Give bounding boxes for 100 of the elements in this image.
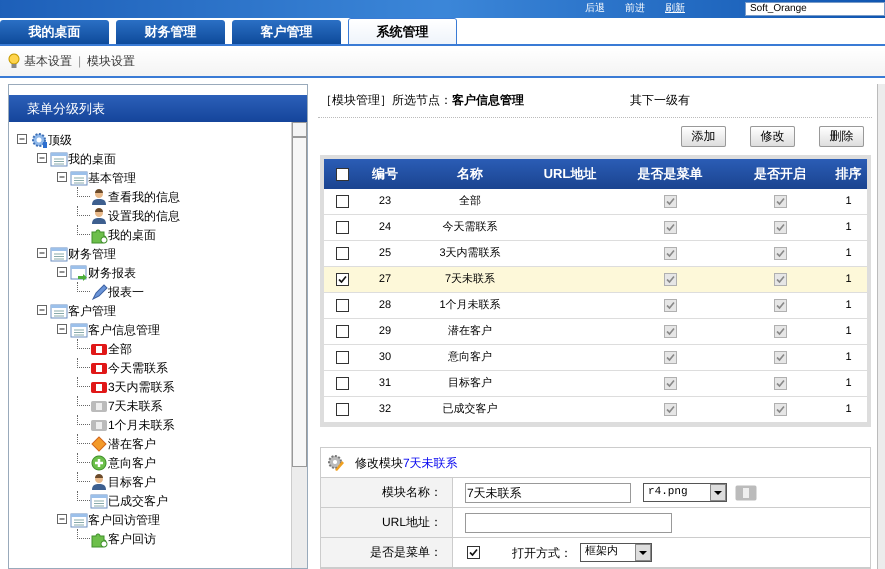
form-label: 是否是菜单： [321,538,453,567]
table-cell-text: 1 [845,376,852,392]
checkbox[interactable] [336,325,348,338]
checkbox[interactable] [336,195,348,208]
breadcrumb-link[interactable]: 基本设置 [24,52,72,70]
list-icon [50,244,68,262]
gear-pencil-icon [327,454,345,472]
table-cell-text: 28 [378,298,392,314]
table-cell-text: 1 [845,350,852,366]
tree-item[interactable]: 设置我的信息 [108,206,180,224]
nav-link[interactable]: 后退 [585,4,605,14]
user-icon [90,188,108,206]
tab[interactable]: 系统管理 [348,18,457,44]
form-title: 修改模块7天未联系 [355,454,458,472]
breadcrumb-link[interactable]: 模块设置 [87,52,136,70]
tree-item[interactable]: 目标客户 [108,472,156,490]
gear-icon [30,130,48,148]
table-cell-text: 1个月未联系 [439,298,501,314]
checkbox[interactable] [336,221,348,234]
collapse-icon[interactable] [57,267,68,278]
checkbox[interactable] [336,351,348,364]
column-header: 是否是菜单 [638,165,702,184]
table-cell-text: 今天需联系 [442,220,498,236]
tree-item[interactable]: 顶级 [48,130,72,148]
table-cell-text: 7天未联系 [444,272,496,288]
report-icon [70,264,88,282]
collapse-icon[interactable] [37,305,48,316]
tree-item[interactable]: 今天需联系 [108,358,168,376]
table-cell-text: 29 [378,324,392,340]
theme-select[interactable]: Soft_Orange [745,2,885,16]
tree-item[interactable]: 意向客户 [108,454,156,472]
collapse-icon[interactable] [37,153,48,164]
collapse-icon[interactable] [57,514,68,525]
table-cell-text: 24 [378,220,392,236]
checkbox[interactable] [336,299,348,312]
tab[interactable]: 财务管理 [116,20,225,44]
sidebar-title: 菜单分级列表 [9,95,307,122]
tree-item[interactable]: 全部 [108,340,132,358]
tree-item[interactable]: 1个月未联系 [108,416,175,434]
action-button[interactable]: 添加 [681,126,726,147]
tree-item[interactable]: 基本管理 [88,168,136,186]
checkbox[interactable] [336,273,348,286]
tree-item[interactable]: 客户信息管理 [88,320,160,338]
tree-item[interactable]: 查看我的信息 [108,188,180,206]
tree-item[interactable]: 报表一 [108,282,144,300]
action-button[interactable]: 修改 [750,126,795,147]
tree-item[interactable]: 潜在客户 [108,434,156,452]
scrollbar[interactable] [877,84,885,569]
text-input[interactable] [465,512,672,532]
pen-icon [90,282,108,300]
tree-item[interactable]: 我的桌面 [108,226,156,244]
collapse-icon[interactable] [57,324,68,335]
checkbox[interactable] [336,247,348,260]
table-cell-text: 32 [378,402,392,418]
table-cell-text: 1 [845,194,852,210]
dropdown[interactable]: 框架内 [580,543,652,562]
tree-item[interactable]: 客户回访管理 [88,510,160,528]
user-icon [90,206,108,224]
scrollbar[interactable] [291,122,307,568]
tree-item[interactable]: 已成交客户 [108,492,168,510]
nav-link[interactable]: 前进 [625,4,645,14]
tree-item[interactable]: 3天内需联系 [108,378,175,396]
text-input[interactable]: 7天未联系 [465,482,631,502]
column-header: URL地址 [544,165,596,184]
list-icon [50,150,68,168]
checkbox[interactable] [467,546,480,559]
tab[interactable]: 客户管理 [232,20,341,44]
tab[interactable]: 我的桌面 [0,20,109,44]
table-cell-text: 1 [845,402,852,418]
tree-item[interactable]: 客户回访 [108,530,156,548]
dropdown[interactable]: r4.png [643,483,727,502]
select-all-checkbox[interactable] [336,168,348,180]
table-cell-text: 23 [378,194,392,210]
tree-item[interactable]: 7天未联系 [108,396,163,414]
tree-item[interactable]: 财务管理 [68,244,116,262]
diamond-icon [90,434,108,452]
separator: | [78,53,82,70]
checkbox[interactable] [336,377,348,390]
tree-item[interactable]: 我的桌面 [68,150,116,168]
collapse-icon[interactable] [37,248,48,259]
form-label: 打开方式： [512,544,572,562]
action-button[interactable]: 删除 [819,126,864,147]
table-cell-text: 3天内需联系 [439,246,501,262]
user-icon [90,472,108,490]
table-cell-text: 1 [845,298,852,314]
collapse-icon[interactable] [57,172,68,183]
form-label: URL地址： [321,508,453,537]
module-heading: ［模块管理］所选节点：客户信息管理 [320,92,525,110]
checkbox[interactable] [336,403,348,416]
column-header: 排序 [836,165,862,184]
table-cell-text: 1 [845,220,852,236]
table-cell-text: 1 [845,272,852,288]
form-label: 模块名称： [321,478,453,507]
tree-item[interactable]: 客户管理 [68,302,116,320]
tree-item[interactable]: 财务报表 [88,264,136,282]
table-row[interactable]: 27 7天未联系 1 [324,267,867,293]
table-cell-text: 潜在客户 [448,324,492,340]
collapse-icon[interactable] [17,134,28,145]
nav-link[interactable]: 刷新 [665,4,685,14]
plus-circle-icon [90,454,108,472]
